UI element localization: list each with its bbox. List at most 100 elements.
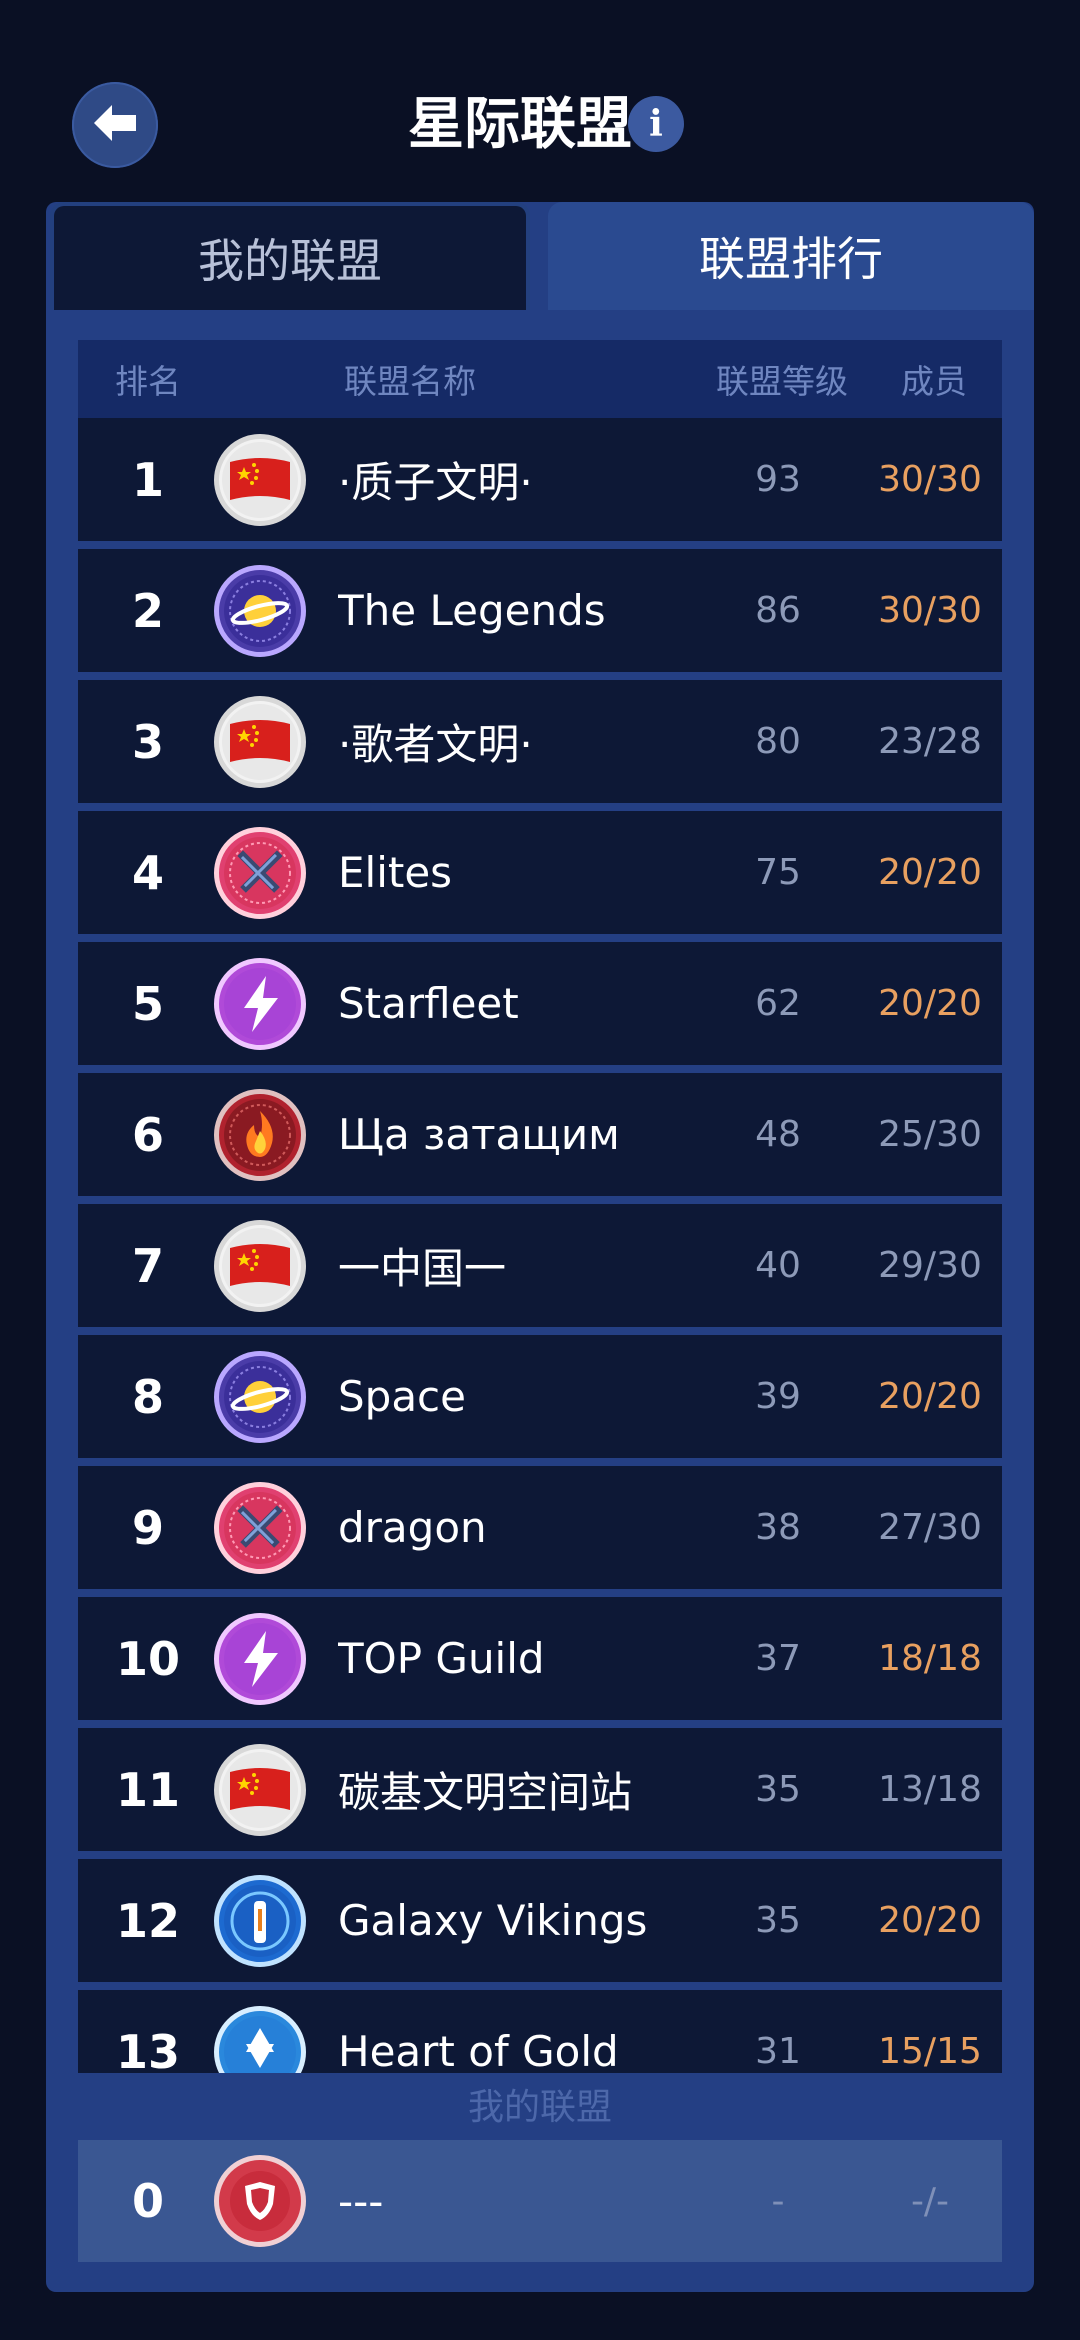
alliance-name: TOP Guild bbox=[338, 1634, 545, 1683]
table-row[interactable]: 10 TOP Guild 37 18/18 bbox=[78, 1597, 1002, 1720]
alliance-level: 80 bbox=[755, 721, 801, 762]
table-row[interactable]: 4 Elites 75 20/20 bbox=[78, 811, 1002, 934]
crossed-swords-icon bbox=[214, 826, 306, 919]
rank-number: 9 bbox=[131, 1500, 164, 1555]
alliance-name: 碳基文明空间站 bbox=[338, 1768, 633, 1817]
alliance-name: Galaxy Vikings bbox=[338, 1896, 648, 1945]
tab-label: 我的联盟 bbox=[198, 234, 382, 288]
table-header: 排名 联盟名称 联盟等级 成员 bbox=[78, 340, 1002, 418]
rank-number: 5 bbox=[131, 976, 164, 1031]
table-row[interactable]: 13 Heart of Gold 31 15/15 bbox=[78, 1990, 1002, 2073]
alliance-members: 20/20 bbox=[878, 983, 982, 1024]
table-row[interactable]: 12 Galaxy Vikings 35 20/20 bbox=[78, 1859, 1002, 1982]
table-row[interactable]: 3 ·歌者文明· 80 23/28 bbox=[78, 680, 1002, 803]
alliance-level: 40 bbox=[755, 1245, 801, 1286]
table-body: 1 ·质子文明· 93 30/30 2 The Legends 86 30/30 3 ·歌者文明·… bbox=[78, 418, 1002, 2073]
alliance-name: Elites bbox=[338, 848, 453, 897]
tab-label: 联盟排行 bbox=[699, 232, 883, 286]
rank-number: 4 bbox=[131, 845, 164, 900]
page-title: 星际联盟 bbox=[408, 92, 632, 157]
header-rank: 排名 bbox=[115, 362, 181, 401]
header-name: 联盟名称 bbox=[344, 362, 476, 401]
china-flag-icon bbox=[214, 1219, 306, 1312]
rank-number: 13 bbox=[115, 2024, 180, 2074]
alliance-members: -/- bbox=[910, 2180, 950, 2222]
china-flag-icon bbox=[214, 1743, 306, 1836]
info-icon: i bbox=[649, 103, 663, 145]
rank-number: 3 bbox=[131, 714, 164, 769]
header-level: 联盟等级 bbox=[716, 362, 848, 401]
alliance-level: 62 bbox=[755, 983, 801, 1024]
ranking-table[interactable]: 排名 联盟名称 联盟等级 成员 1 ·质子文明· 93 30/30 2 The Legen… bbox=[78, 340, 1002, 2073]
alliance-name: Ща затащим bbox=[338, 1110, 620, 1159]
lightning-icon bbox=[214, 957, 306, 1050]
alliance-name: dragon bbox=[338, 1503, 487, 1552]
alliance-members: 20/20 bbox=[878, 1900, 982, 1941]
my-alliance-row[interactable]: 0 --- - -/- bbox=[78, 2140, 1002, 2262]
planet-icon bbox=[214, 1350, 306, 1443]
fire-icon bbox=[214, 1088, 306, 1181]
table-row[interactable]: 8 Space 39 20/20 bbox=[78, 1335, 1002, 1458]
alliance-level: 75 bbox=[755, 852, 801, 893]
rank-number: 2 bbox=[131, 583, 164, 638]
alliance-name: ·质子文明· bbox=[338, 458, 533, 507]
table-row[interactable]: 11 碳基文明空间站 35 13/18 bbox=[78, 1728, 1002, 1851]
alliance-members: 29/30 bbox=[878, 1245, 982, 1286]
table-row[interactable]: 6 Ща затащим 48 25/30 bbox=[78, 1073, 1002, 1196]
tab-my-alliance[interactable]: 我的联盟 bbox=[50, 202, 530, 310]
my-alliance-label: 我的联盟 bbox=[467, 2087, 612, 2128]
china-flag-icon bbox=[214, 695, 306, 788]
planet-icon bbox=[214, 564, 306, 657]
table-row[interactable]: 7 一中国一 40 29/30 bbox=[78, 1204, 1002, 1327]
alliance-name: --- bbox=[338, 2176, 384, 2226]
table-row[interactable]: 9 dragon 38 27/30 bbox=[78, 1466, 1002, 1589]
rank-number: 10 bbox=[115, 1631, 180, 1686]
crossed-swords-icon bbox=[214, 1481, 306, 1574]
alliance-name: 一中国一 bbox=[338, 1244, 507, 1293]
rank-number: 6 bbox=[131, 1107, 164, 1162]
alliance-members: 13/18 bbox=[878, 1769, 982, 1810]
rank-number: 8 bbox=[131, 1369, 164, 1424]
table-row[interactable]: 2 The Legends 86 30/30 bbox=[78, 549, 1002, 672]
alliance-members: 18/18 bbox=[878, 1638, 982, 1679]
alliance-members: 23/28 bbox=[878, 721, 982, 762]
alliance-name: Heart of Gold bbox=[338, 2027, 619, 2073]
header-members: 成员 bbox=[901, 362, 967, 401]
alliance-name: Space bbox=[338, 1372, 466, 1421]
viking-helmet-icon bbox=[214, 1874, 306, 1967]
alliance-members: 30/30 bbox=[878, 459, 982, 500]
rank-number: 1 bbox=[131, 452, 164, 507]
alliance-level: 35 bbox=[755, 1900, 801, 1941]
info-button[interactable]: i bbox=[628, 96, 684, 152]
alliance-level: 48 bbox=[755, 1114, 801, 1155]
rank-number: 12 bbox=[115, 1893, 180, 1948]
header: 星际联盟 i bbox=[0, 0, 1080, 200]
alliance-members: 15/15 bbox=[878, 2031, 982, 2072]
alliance-level: - bbox=[771, 2180, 785, 2222]
rank-number: 11 bbox=[115, 1762, 180, 1817]
table-row[interactable]: 1 ·质子文明· 93 30/30 bbox=[78, 418, 1002, 541]
alliance-members: 20/20 bbox=[878, 852, 982, 893]
alliance-name: The Legends bbox=[338, 586, 606, 635]
alliance-level: 86 bbox=[755, 590, 801, 631]
alliance-members: 27/30 bbox=[878, 1507, 982, 1548]
alliance-level: 35 bbox=[755, 1769, 801, 1810]
table-row[interactable]: 5 Starfleet 62 20/20 bbox=[78, 942, 1002, 1065]
alliance-name: ·歌者文明· bbox=[338, 720, 533, 769]
alliance-level: 39 bbox=[755, 1376, 801, 1417]
alliance-members: 25/30 bbox=[878, 1114, 982, 1155]
alliance-members: 20/20 bbox=[878, 1376, 982, 1417]
alliance-level: 38 bbox=[755, 1507, 801, 1548]
tab-alliance-ranking[interactable]: 联盟排行 bbox=[548, 202, 1034, 310]
shield-icon bbox=[214, 2155, 306, 2247]
alliance-members: 30/30 bbox=[878, 590, 982, 631]
alliance-name: Starfleet bbox=[338, 979, 519, 1028]
rank-number: 7 bbox=[131, 1238, 164, 1293]
alliance-level: 31 bbox=[755, 2031, 801, 2072]
lightning-icon bbox=[214, 1612, 306, 1705]
alliance-level: 93 bbox=[755, 459, 801, 500]
alliance-level: 37 bbox=[755, 1638, 801, 1679]
china-flag-icon bbox=[214, 433, 306, 526]
rank-number: 0 bbox=[131, 2174, 164, 2228]
star-of-david-icon bbox=[214, 2005, 306, 2073]
